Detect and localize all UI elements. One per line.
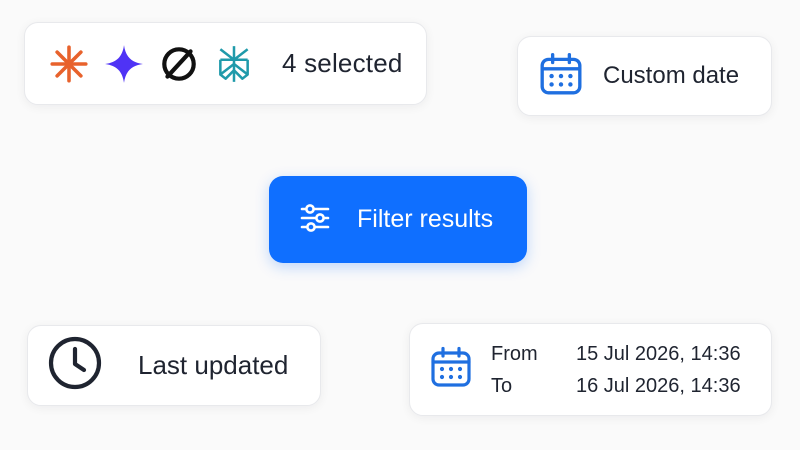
custom-date-label: Custom date: [603, 62, 740, 89]
openai-knot-icon: [157, 42, 201, 86]
selected-count-label: 4 selected: [282, 48, 403, 78]
to-label: To: [491, 374, 513, 397]
gemini-sparkle-icon: [102, 42, 146, 86]
date-range-chip[interactable]: From 15 Jul 2026, 14:36 To 16 Jul 2026, …: [409, 323, 772, 416]
perplexity-icon: [212, 42, 256, 86]
clock-icon: [46, 334, 138, 397]
to-value: 16 Jul 2026, 14:36: [576, 374, 741, 397]
sliders-icon: [298, 201, 357, 238]
from-label: From: [491, 342, 538, 365]
model-selector-chip[interactable]: 4 selected: [24, 22, 427, 105]
date-range-values: From 15 Jul 2026, 14:36 To 16 Jul 2026, …: [491, 341, 741, 399]
calendar-icon: [538, 51, 603, 102]
from-value: 15 Jul 2026, 14:36: [576, 342, 741, 365]
last-updated-label: Last updated: [138, 350, 289, 380]
canvas: 4 selected Custom date Filter results La…: [0, 0, 800, 450]
claude-asterisk-icon: [47, 42, 91, 86]
custom-date-chip[interactable]: Custom date: [517, 36, 772, 116]
last-updated-chip[interactable]: Last updated: [27, 325, 321, 406]
filter-results-button[interactable]: Filter results: [269, 176, 527, 263]
filter-results-label: Filter results: [357, 205, 494, 233]
calendar-icon: [429, 345, 491, 394]
